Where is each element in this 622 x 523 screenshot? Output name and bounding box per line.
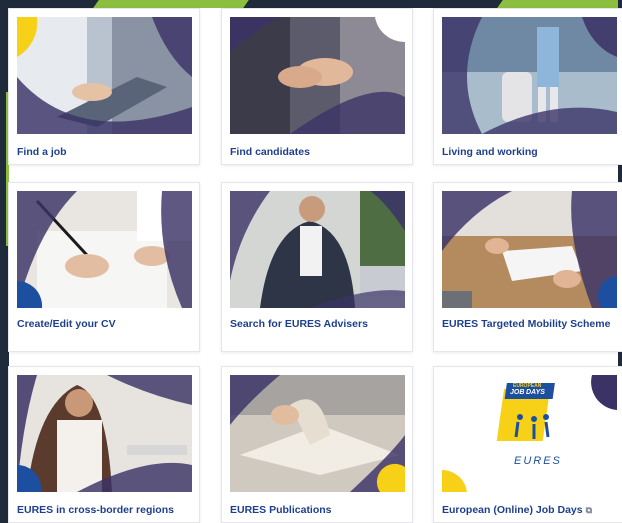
services-grid: Find a job Find candidates Living and wo… [8, 8, 622, 523]
banner-accent [93, 0, 249, 8]
external-link-icon: ⧉ [585, 505, 593, 515]
card-living-and-working[interactable]: Living and working [433, 8, 622, 165]
banner-accent [497, 0, 622, 8]
logo-text-days: DAYS [526, 389, 545, 396]
card-image [17, 191, 192, 308]
card-label-text: European (Online) Job Days [442, 504, 583, 516]
card-eures-targeted-mobility-scheme[interactable]: EURES Targeted Mobility Scheme [433, 182, 622, 352]
card-find-a-job[interactable]: Find a job [8, 8, 200, 165]
card-label: Search for EURES Advisers [230, 318, 368, 330]
card-image [17, 17, 192, 134]
card-search-eures-advisers[interactable]: Search for EURES Advisers [221, 182, 413, 352]
card-label: Find a job [17, 146, 67, 158]
card-label: Living and working [442, 146, 538, 158]
logo-text-job: JOB [510, 389, 525, 396]
logo-wordmark-eures: EURES [514, 455, 562, 467]
top-banner [0, 0, 622, 8]
card-image: EUROPEAN JOB DAYS EURES [442, 375, 617, 492]
card-image [442, 17, 617, 134]
card-image [230, 17, 405, 134]
card-european-online-job-days[interactable]: EUROPEAN JOB DAYS EURES European (Online… [433, 366, 622, 523]
card-eures-cross-border-regions[interactable]: EURES in cross-border regions [8, 366, 200, 523]
card-eures-publications[interactable]: EURES Publications [221, 366, 413, 523]
card-label: European (Online) Job Days ⧉ [442, 503, 617, 517]
card-image [17, 375, 192, 492]
card-create-edit-cv[interactable]: Create/Edit your CV [8, 182, 200, 352]
card-image [230, 191, 405, 308]
card-image [230, 375, 405, 492]
card-label: EURES Targeted Mobility Scheme [442, 318, 611, 330]
card-label: EURES Publications [230, 504, 332, 516]
card-label: EURES in cross-border regions [17, 504, 174, 516]
card-find-candidates[interactable]: Find candidates [221, 8, 413, 165]
card-image [442, 191, 617, 308]
card-label: Create/Edit your CV [17, 318, 116, 330]
card-label: Find candidates [230, 146, 310, 158]
